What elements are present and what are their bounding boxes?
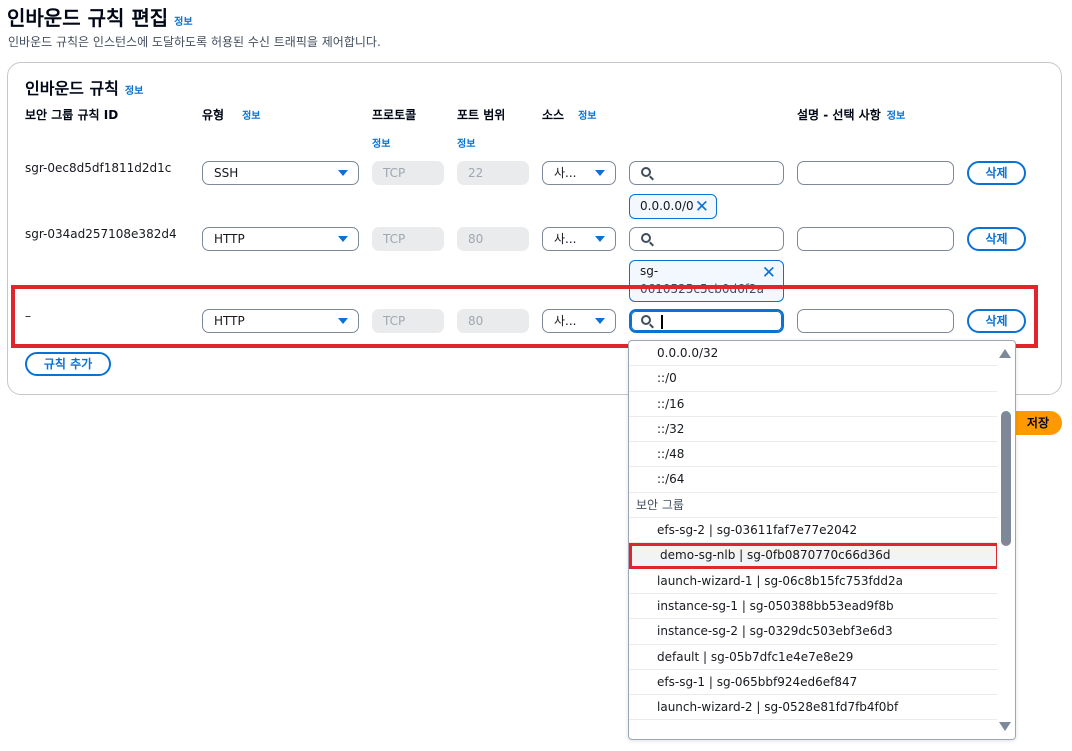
col-type-label: 유형: [202, 108, 225, 122]
port-info-link[interactable]: 정보: [457, 139, 475, 150]
dropdown-option[interactable]: ::/64: [629, 467, 999, 493]
dropdown-option[interactable]: instance-sg-2 | sg-0329dc503ebf3e6d3: [629, 619, 999, 645]
page-title-text: 인바운드 규칙 편집: [7, 6, 169, 30]
col-port-range: 포트 범위: [457, 108, 506, 122]
page-title: 인바운드 규칙 편집 정보: [7, 2, 193, 31]
dropdown-option[interactable]: ::/16: [629, 392, 999, 417]
col-description-label: 설명 - 선택 사항: [797, 108, 881, 122]
rule-id: sgr-034ad257108e382d4: [25, 227, 177, 241]
source-search-input[interactable]: [629, 161, 784, 185]
type-select-value: SSH: [214, 166, 239, 180]
search-icon: [641, 167, 651, 177]
source-type-value: 사...: [554, 166, 577, 180]
port-field: 22: [457, 161, 529, 185]
dropdown-scrollbar[interactable]: [997, 341, 1015, 739]
protocol-field: TCP: [372, 227, 444, 251]
close-icon[interactable]: ✕: [762, 264, 776, 282]
col-source: 소스 정보: [542, 106, 597, 123]
description-input[interactable]: [797, 161, 954, 185]
dropdown-option[interactable]: ::/48: [629, 442, 999, 468]
caret-down-icon: [595, 170, 605, 176]
col-protocol: 프로토콜: [372, 108, 417, 122]
col-description: 설명 - 선택 사항 정보: [797, 106, 905, 123]
caret-down-icon: [338, 170, 348, 176]
dropdown-option[interactable]: efs-sg-2 | sg-03611faf7e77e2042: [629, 518, 999, 544]
add-rule-button[interactable]: 규칙 추가: [25, 352, 111, 376]
dropdown-list: 0.0.0.0/32 ::/0 ::/16 ::/32 ::/48 ::/64 …: [629, 341, 999, 721]
row-highlight-box: [11, 285, 1038, 348]
dropdown-option[interactable]: ::/0: [629, 366, 999, 392]
dropdown-option[interactable]: default | sg-05b7dfc1e4e7e8e29: [629, 645, 999, 670]
caret-down-icon: [595, 236, 605, 242]
page-description: 인바운드 규칙은 인스턴스에 도달하도록 허용된 수신 트래픽을 제어합니다.: [8, 35, 381, 49]
panel-title: 인바운드 규칙 정보: [25, 75, 143, 99]
type-select[interactable]: HTTP: [202, 227, 359, 251]
dropdown-group-label: 보안 그룹: [629, 493, 999, 519]
dropdown-option-highlighted[interactable]: demo-sg-nlb | sg-0fb0870770c66d36d: [629, 543, 999, 569]
type-select-value: HTTP: [214, 232, 245, 246]
col-type: 유형 정보: [202, 106, 261, 123]
source-search-input[interactable]: [629, 227, 784, 251]
type-select[interactable]: SSH: [202, 161, 359, 185]
dropdown-option[interactable]: instance-sg-1 | sg-050388bb53ead9f8b: [629, 594, 999, 620]
delete-button[interactable]: 삭제: [967, 161, 1026, 185]
col-rule-id: 보안 그룹 규칙 ID: [25, 108, 119, 122]
page-info-link[interactable]: 정보: [174, 17, 192, 28]
caret-down-icon: [338, 236, 348, 242]
type-info-link[interactable]: 정보: [242, 111, 260, 122]
panel-title-text: 인바운드 규칙: [25, 79, 119, 98]
dropdown-option[interactable]: launch-wizard-2 | sg-0528e81fd7fb4f0bf: [629, 695, 999, 721]
source-token: 0.0.0.0/0 ✕: [629, 194, 717, 219]
rule-id: sgr-0ec8d5df1811d2d1c: [25, 161, 172, 175]
scroll-down-icon[interactable]: [999, 722, 1011, 731]
scroll-up-icon[interactable]: [999, 349, 1011, 358]
source-dropdown: 0.0.0.0/32 ::/0 ::/16 ::/32 ::/48 ::/64 …: [628, 340, 1016, 740]
panel-info-link[interactable]: 정보: [125, 86, 143, 97]
description-info-link[interactable]: 정보: [887, 111, 905, 122]
source-type-value: 사...: [554, 232, 577, 246]
dropdown-option[interactable]: launch-wizard-1 | sg-06c8b15fc753fdd2a: [629, 569, 999, 594]
search-icon: [641, 233, 651, 243]
port-field: 80: [457, 227, 529, 251]
source-info-link[interactable]: 정보: [578, 111, 596, 122]
scrollbar-thumb[interactable]: [1001, 411, 1011, 546]
dropdown-option[interactable]: ::/32: [629, 417, 999, 443]
source-type-select[interactable]: 사...: [542, 161, 616, 185]
description-input[interactable]: [797, 227, 954, 251]
delete-button[interactable]: 삭제: [967, 227, 1026, 251]
protocol-field: TCP: [372, 161, 444, 185]
dropdown-option[interactable]: 0.0.0.0/32: [629, 341, 999, 367]
source-token-label: 0.0.0.0/0: [640, 199, 694, 213]
dropdown-option[interactable]: efs-sg-1 | sg-065bbf924ed6ef847: [629, 670, 999, 696]
col-source-label: 소스: [542, 108, 565, 122]
protocol-info-link[interactable]: 정보: [372, 139, 390, 150]
source-type-select[interactable]: 사...: [542, 227, 616, 251]
close-icon[interactable]: ✕: [695, 198, 709, 216]
